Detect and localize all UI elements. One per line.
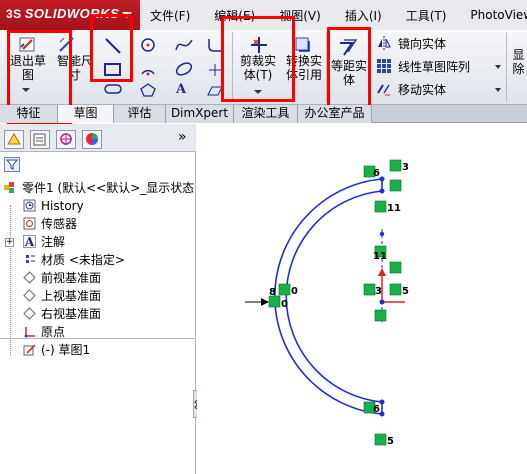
expand-plus-icon[interactable]: + xyxy=(5,238,14,247)
dimension-arrow xyxy=(261,298,269,306)
sketch-point xyxy=(379,399,385,405)
feature-manager-pane: » 零件1 (默认<<默认>_显示状态 History 传感器 + A 注解 材… xyxy=(0,124,196,474)
plane-icon xyxy=(23,271,36,284)
tab-render-tools[interactable]: 渲染工具 xyxy=(234,105,298,123)
sketch-point xyxy=(379,176,385,182)
annotation-icon: A xyxy=(23,235,36,249)
solidworks-window: 3S SOLIDWORKS 文件(F) 编辑(E) 视图(V) 插入(I) 工具(… xyxy=(0,0,527,474)
menu-insert[interactable]: 插入(I) xyxy=(345,7,382,24)
relation-label: 3 xyxy=(375,286,382,297)
relation-label: 0 xyxy=(281,299,288,310)
property-manager-tab-icon[interactable] xyxy=(30,130,50,149)
linear-pattern-icon xyxy=(376,58,392,74)
sketch-canvas[interactable]: 6 3 11 11 3 5 8 0 0 6 5 xyxy=(197,124,527,474)
ellipse-tool-icon[interactable] xyxy=(174,60,194,78)
move-entities-icon xyxy=(376,81,392,97)
tree-item-front-plane-label: 前视基准面 xyxy=(41,271,102,285)
text-tool-icon[interactable]: A xyxy=(176,82,192,98)
tab-dimxpert[interactable]: DimXpert xyxy=(166,105,234,123)
linear-pattern-dropdown-icon[interactable] xyxy=(495,65,501,69)
relation-label: 3 xyxy=(402,162,409,173)
relation-label: 6 xyxy=(373,168,380,179)
material-icon xyxy=(23,253,36,266)
tree-item-part[interactable]: 零件1 (默认<<默认>_显示状态 xyxy=(0,179,196,197)
display-delete-relations-button[interactable]: 显 除 xyxy=(510,48,527,76)
relation-label: 6 xyxy=(373,404,380,415)
polygon-tool-icon[interactable] xyxy=(139,82,157,98)
tab-office-products[interactable]: 办公室产品 xyxy=(298,105,372,123)
sketch-icon xyxy=(23,343,36,356)
filter-icon[interactable] xyxy=(4,157,20,172)
feature-manager-tab-icon[interactable] xyxy=(4,130,24,149)
tree-item-top-plane-label: 上视基准面 xyxy=(41,289,102,303)
slot-tool-icon[interactable] xyxy=(103,82,123,96)
mirror-entities-icon xyxy=(376,35,392,51)
menu-photoview[interactable]: PhotoView 360 xyxy=(470,8,527,22)
tree-item-history-label: History xyxy=(41,199,84,213)
sketch-point xyxy=(379,188,385,194)
relation-label: 0 xyxy=(291,286,298,297)
relation-label: 5 xyxy=(387,436,394,447)
display-manager-tab-icon[interactable] xyxy=(82,130,102,149)
relation-label: 8 xyxy=(269,287,276,298)
plane-icon xyxy=(23,307,36,320)
tree-item-part-label: 零件1 (默认<<默认>_显示状态 xyxy=(22,181,195,195)
tree-item-sensors-label: 传感器 xyxy=(41,217,78,231)
spline-tool-icon[interactable] xyxy=(174,36,194,54)
history-icon xyxy=(23,199,36,212)
origin-arrow xyxy=(378,268,386,276)
menu-bar: 文件(F) 编辑(E) 视图(V) 插入(I) 工具(T) PhotoView … xyxy=(140,0,527,30)
tab-evaluate[interactable]: 评估 xyxy=(114,105,166,123)
menu-tools[interactable]: 工具(T) xyxy=(406,7,447,24)
move-dropdown-icon[interactable] xyxy=(495,88,501,92)
tree-filter xyxy=(0,154,196,176)
sketch-point xyxy=(379,231,385,237)
configuration-manager-tab-icon[interactable] xyxy=(56,130,76,149)
pane-tabs: » xyxy=(0,124,196,152)
relation-label: 11 xyxy=(387,203,401,214)
tree-item-material-label: 材质 <未指定> xyxy=(41,253,125,267)
expand-pane-chevron-icon[interactable]: » xyxy=(178,129,187,145)
origin-icon xyxy=(23,325,36,338)
tree-item-annotations-label: 注解 xyxy=(41,235,66,249)
highlight-offset xyxy=(327,27,371,109)
part-icon xyxy=(3,181,16,194)
tab-features[interactable]: 特征 xyxy=(0,105,58,123)
highlight-trim xyxy=(221,16,295,102)
convert-entities-icon xyxy=(293,35,313,55)
plane-icon xyxy=(23,289,36,302)
arc-tool-icon[interactable] xyxy=(139,60,157,78)
menu-file[interactable]: 文件(F) xyxy=(150,7,190,24)
circle-tool-icon[interactable] xyxy=(139,36,157,54)
tree-item-right-plane-label: 右视基准面 xyxy=(41,307,102,321)
graphics-area[interactable]: 6 3 11 11 3 5 8 0 0 6 5 xyxy=(197,124,527,474)
move-entities-button[interactable]: 移动实体 xyxy=(398,81,446,98)
ribbon-separator xyxy=(506,32,507,102)
command-tabs: 特征 草图 评估 DimXpert 渲染工具 办公室产品 xyxy=(0,105,527,123)
tree-separator xyxy=(0,338,196,339)
sensor-icon xyxy=(23,217,36,230)
relation-label: 5 xyxy=(402,286,409,297)
tree-item-sketch1-label: (-) 草图1 xyxy=(41,343,91,357)
origin-point xyxy=(379,299,385,305)
linear-pattern-button[interactable]: 线性草图阵列 xyxy=(398,58,470,75)
highlight-line-rect xyxy=(90,14,133,82)
mirror-entities-button[interactable]: 镜向实体 xyxy=(398,35,446,52)
sketch-point xyxy=(379,411,385,417)
tab-sketch[interactable]: 草图 xyxy=(58,105,114,123)
tree-connector xyxy=(10,205,11,355)
relation-label: 11 xyxy=(373,251,387,262)
